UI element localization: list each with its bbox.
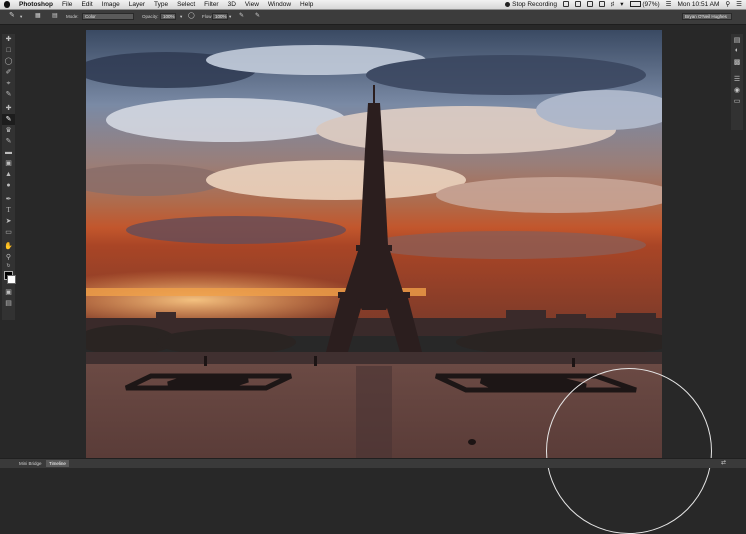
battery-status[interactable]: (97%): [629, 0, 660, 9]
status-icon-3[interactable]: [586, 1, 593, 8]
clone-stamp-tool-icon[interactable]: ♛: [2, 125, 15, 136]
airbrush-icon[interactable]: ✎: [239, 13, 244, 19]
options-bar: ✎ ▾ ▦ ▤ Mode: Color Opacity: 100% ▾ ◯ Fl…: [0, 10, 746, 25]
volume-icon[interactable]: ▾: [620, 0, 623, 9]
tower-reflection: [356, 366, 392, 458]
dodge-tool-icon[interactable]: ●: [2, 180, 15, 191]
blur-tool-icon[interactable]: ▲: [2, 169, 15, 180]
gradient-tool-icon[interactable]: ▣: [2, 158, 15, 169]
background-color-swatch[interactable]: [7, 275, 16, 284]
status-icon-2[interactable]: [574, 1, 581, 8]
status-icon-1[interactable]: [562, 1, 569, 8]
clock[interactable]: Mon 10:51 AM: [677, 0, 719, 9]
menu-edit[interactable]: Edit: [81, 0, 92, 9]
tab-timeline[interactable]: Timeline: [46, 460, 69, 467]
menu-layer[interactable]: Layer: [129, 0, 145, 9]
esplanade-wall: [86, 352, 662, 364]
menu-type[interactable]: Type: [154, 0, 168, 9]
brush-size-chevron-icon[interactable]: ▾: [20, 14, 22, 20]
quick-select-tool-icon[interactable]: ✐: [2, 67, 15, 78]
move-tool-icon[interactable]: ✚: [2, 34, 15, 45]
canvas-photo: [86, 30, 662, 458]
menu-select[interactable]: Select: [177, 0, 195, 9]
zoom-tool-icon[interactable]: ⚲: [2, 252, 15, 263]
brush-panel-icon[interactable]: ▤: [52, 13, 58, 19]
shape-tool-icon[interactable]: ▭: [2, 227, 15, 238]
spotlight-search-icon[interactable]: ⚲: [725, 0, 730, 9]
path-select-tool-icon[interactable]: ➤: [2, 216, 15, 227]
record-icon: [505, 1, 511, 7]
battery-icon: [629, 1, 641, 8]
bluetooth-icon[interactable]: ♯: [611, 0, 614, 9]
marquee-tool-icon[interactable]: □: [2, 45, 15, 56]
styles-icon[interactable]: ▩: [731, 56, 743, 67]
opacity-chevron-icon[interactable]: ▾: [180, 14, 182, 20]
eyedropper-tool-icon[interactable]: ✎: [2, 89, 15, 100]
flow-chevron-icon[interactable]: ▾: [229, 14, 231, 20]
lasso-tool-icon[interactable]: ◯: [2, 56, 15, 67]
workspace-select[interactable]: Bryan O'Neil Hughes: [682, 13, 732, 20]
history-icon[interactable]: ▤: [731, 34, 743, 45]
menu-help[interactable]: Help: [300, 0, 313, 9]
app-menu[interactable]: Photoshop: [19, 0, 53, 9]
opacity-field[interactable]: 100%: [160, 13, 176, 20]
menu-view[interactable]: View: [245, 0, 259, 9]
hand-tool-icon[interactable]: ✋: [2, 241, 15, 252]
size-pressure-icon[interactable]: ✎: [255, 13, 260, 19]
document-canvas[interactable]: [86, 30, 662, 458]
brush-tool-icon[interactable]: ✎: [2, 114, 15, 125]
panel-collapse-icon[interactable]: ⇄: [718, 460, 729, 467]
menu-filter[interactable]: Filter: [204, 0, 218, 9]
flow-field[interactable]: 100%: [212, 13, 228, 20]
channels-icon[interactable]: ◉: [731, 84, 743, 95]
pen-tool-icon[interactable]: ✒: [2, 194, 15, 205]
stop-recording-status[interactable]: Stop Recording: [505, 0, 557, 9]
panel-dock: ▤ ◐ ▩ ☰ ◉ ▭: [731, 34, 743, 130]
quick-mask-icon[interactable]: ▣: [2, 287, 15, 298]
adjustments-icon[interactable]: ◐: [731, 45, 743, 56]
battery-percent: (97%): [642, 1, 660, 8]
opacity-pressure-icon[interactable]: ◯: [188, 13, 195, 19]
type-tool-icon[interactable]: T: [2, 205, 15, 216]
menu-bar: Photoshop File Edit Image Layer Type Sel…: [0, 0, 746, 10]
brush-tool-preset-icon[interactable]: ✎: [9, 12, 15, 19]
color-swatches: [2, 270, 16, 284]
menu-file[interactable]: File: [62, 0, 72, 9]
notification-center-icon[interactable]: ☰: [736, 0, 742, 9]
layers-icon[interactable]: ☰: [731, 73, 743, 84]
mode-select[interactable]: Color: [82, 13, 134, 20]
screen-mode-icon[interactable]: ▤: [2, 298, 15, 309]
menu-image[interactable]: Image: [102, 0, 120, 9]
time-machine-icon[interactable]: [598, 1, 605, 8]
wifi-icon[interactable]: ☰: [666, 0, 672, 9]
tab-mini-bridge[interactable]: Mini Bridge: [16, 460, 45, 467]
stop-recording-label: Stop Recording: [512, 1, 557, 8]
history-brush-tool-icon[interactable]: ✎: [2, 136, 15, 147]
paths-icon[interactable]: ▭: [731, 95, 743, 106]
toolbox: ✚ □ ◯ ✐ ⌖ ✎ ✚ ✎ ♛ ✎ ▬ ▣ ▲ ● ✒ T ➤ ▭ ✋ ⚲ …: [2, 34, 16, 320]
opacity-label: Opacity:: [142, 14, 159, 19]
apple-icon[interactable]: [4, 1, 10, 8]
eraser-tool-icon[interactable]: ▬: [2, 147, 15, 158]
menu-3d[interactable]: 3D: [228, 0, 236, 9]
brush-panel-toggle-icon[interactable]: ▦: [35, 13, 41, 19]
swap-colors-icon[interactable]: ↻: [2, 263, 15, 270]
menu-window[interactable]: Window: [268, 0, 291, 9]
mode-label: Mode:: [66, 14, 79, 19]
crop-tool-icon[interactable]: ⌖: [2, 78, 15, 89]
healing-tool-icon[interactable]: ✚: [2, 103, 15, 114]
